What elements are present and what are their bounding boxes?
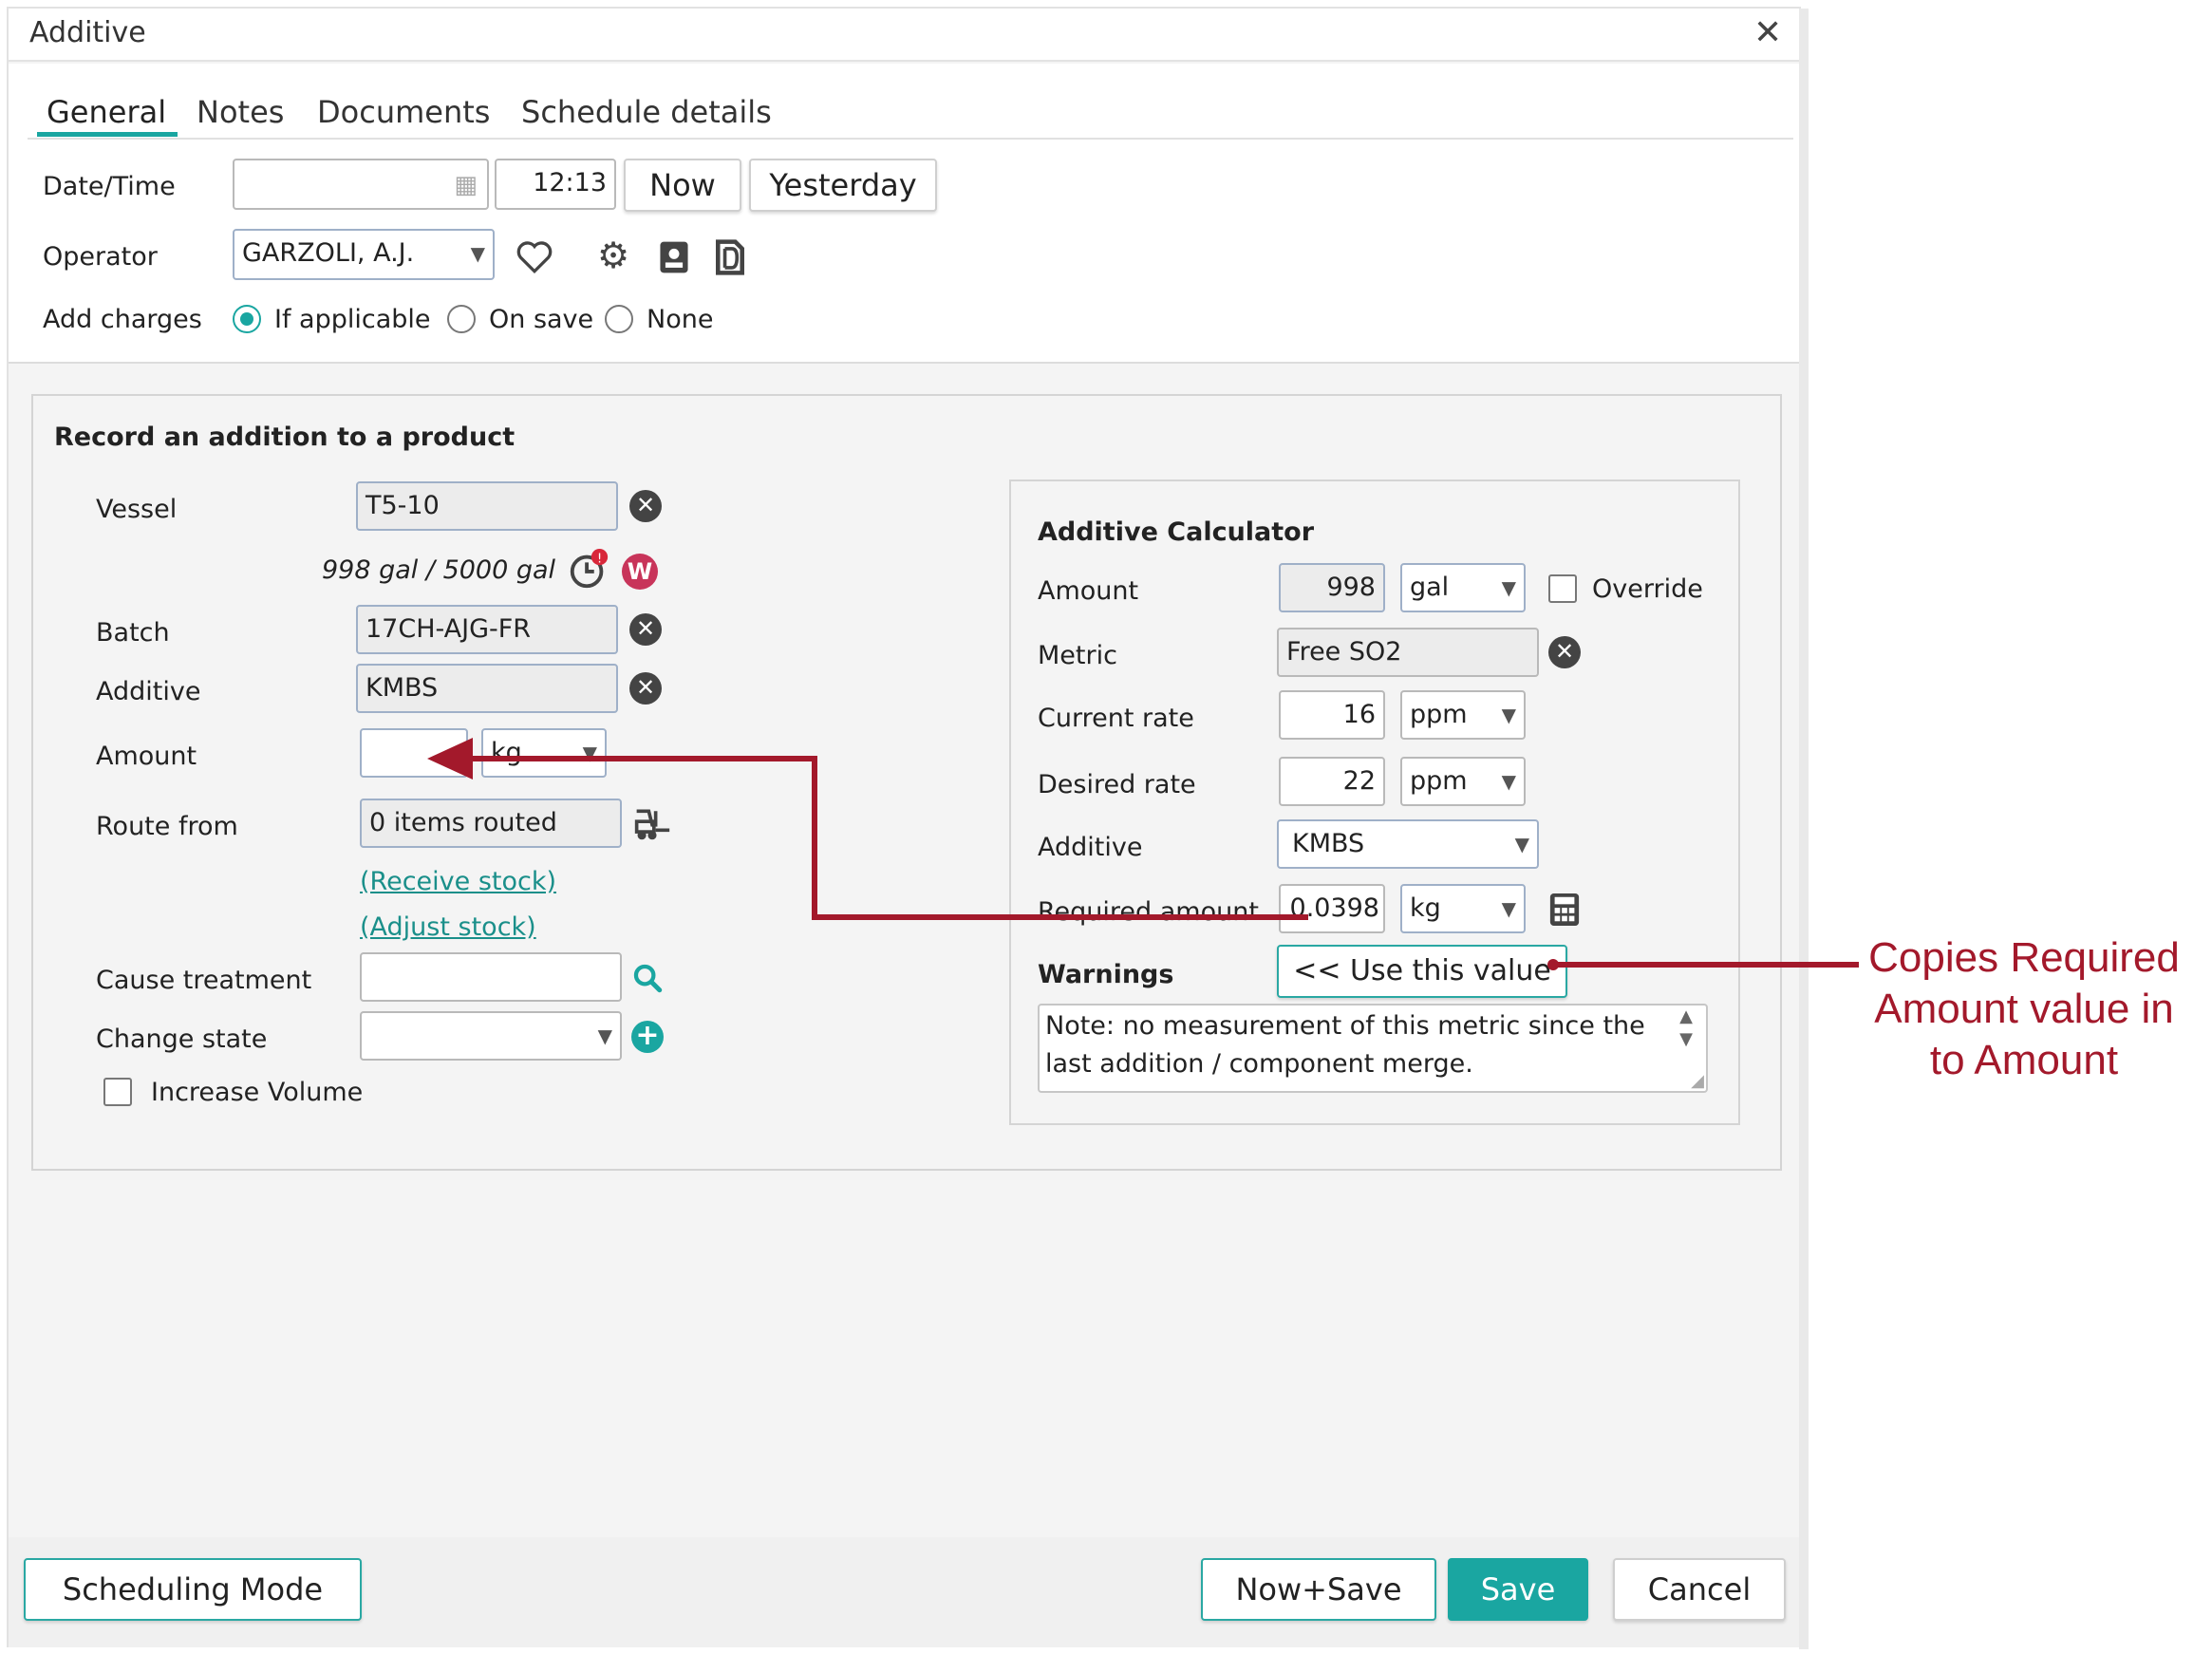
annotation-text: Copies Required Amount value in to Amoun…	[1842, 932, 2206, 1086]
annotation-arrows	[427, 738, 1859, 970]
arrow-head	[427, 738, 473, 780]
annotation-line-3: to Amount	[1929, 1037, 2119, 1083]
annotation-line-1: Copies Required	[1868, 934, 2180, 981]
annotation-line-2: Amount value in	[1874, 986, 2174, 1032]
arrow-required-to-amount	[473, 756, 1308, 920]
callout-dot	[1547, 959, 1559, 970]
